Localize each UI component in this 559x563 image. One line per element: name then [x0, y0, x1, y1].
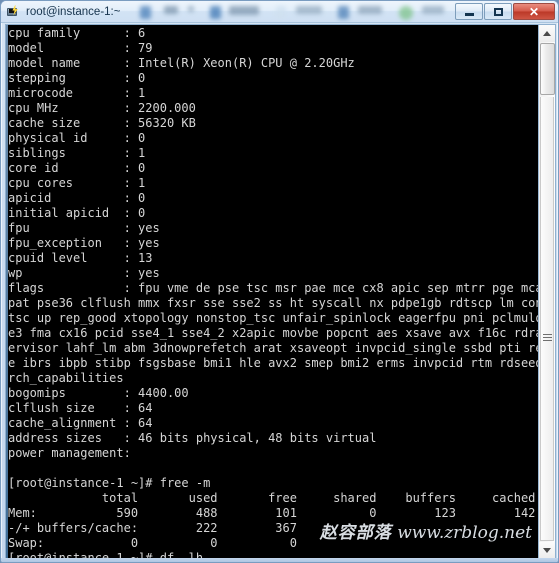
- minimize-button[interactable]: [455, 3, 483, 20]
- putty-terminal-icon: [5, 4, 21, 20]
- blurred-toolbar: [134, 2, 454, 22]
- scrollbar-track[interactable]: [540, 97, 554, 541]
- terminal-area: cpu family : 6 model : 79 model name : I…: [5, 24, 556, 560]
- vertical-scrollbar[interactable]: [538, 25, 555, 559]
- terminal-left-edge: [6, 25, 8, 559]
- chevron-down-icon: [543, 548, 551, 553]
- scroll-down-button[interactable]: [539, 542, 555, 559]
- close-button[interactable]: ✕: [513, 3, 555, 20]
- window-title: root@instance-1:~: [26, 5, 121, 18]
- window-bottom-edge: [1, 558, 558, 562]
- scroll-up-button[interactable]: [539, 25, 555, 42]
- terminal-screen[interactable]: cpu family : 6 model : 79 model name : I…: [6, 25, 538, 559]
- terminal-output: cpu family : 6 model : 79 model name : I…: [8, 26, 538, 559]
- terminal-window: root@instance-1:~ ✕ cpu family: 6 model…: [0, 0, 559, 563]
- scrollbar-thumb[interactable]: [540, 43, 555, 95]
- maximize-button[interactable]: [484, 3, 512, 20]
- scrollbar-grip-icon: [543, 334, 552, 342]
- chevron-up-icon: [543, 31, 551, 36]
- window-controls: ✕: [454, 3, 555, 20]
- title-bar[interactable]: root@instance-1:~ ✕: [1, 1, 558, 23]
- close-icon: ✕: [528, 4, 540, 19]
